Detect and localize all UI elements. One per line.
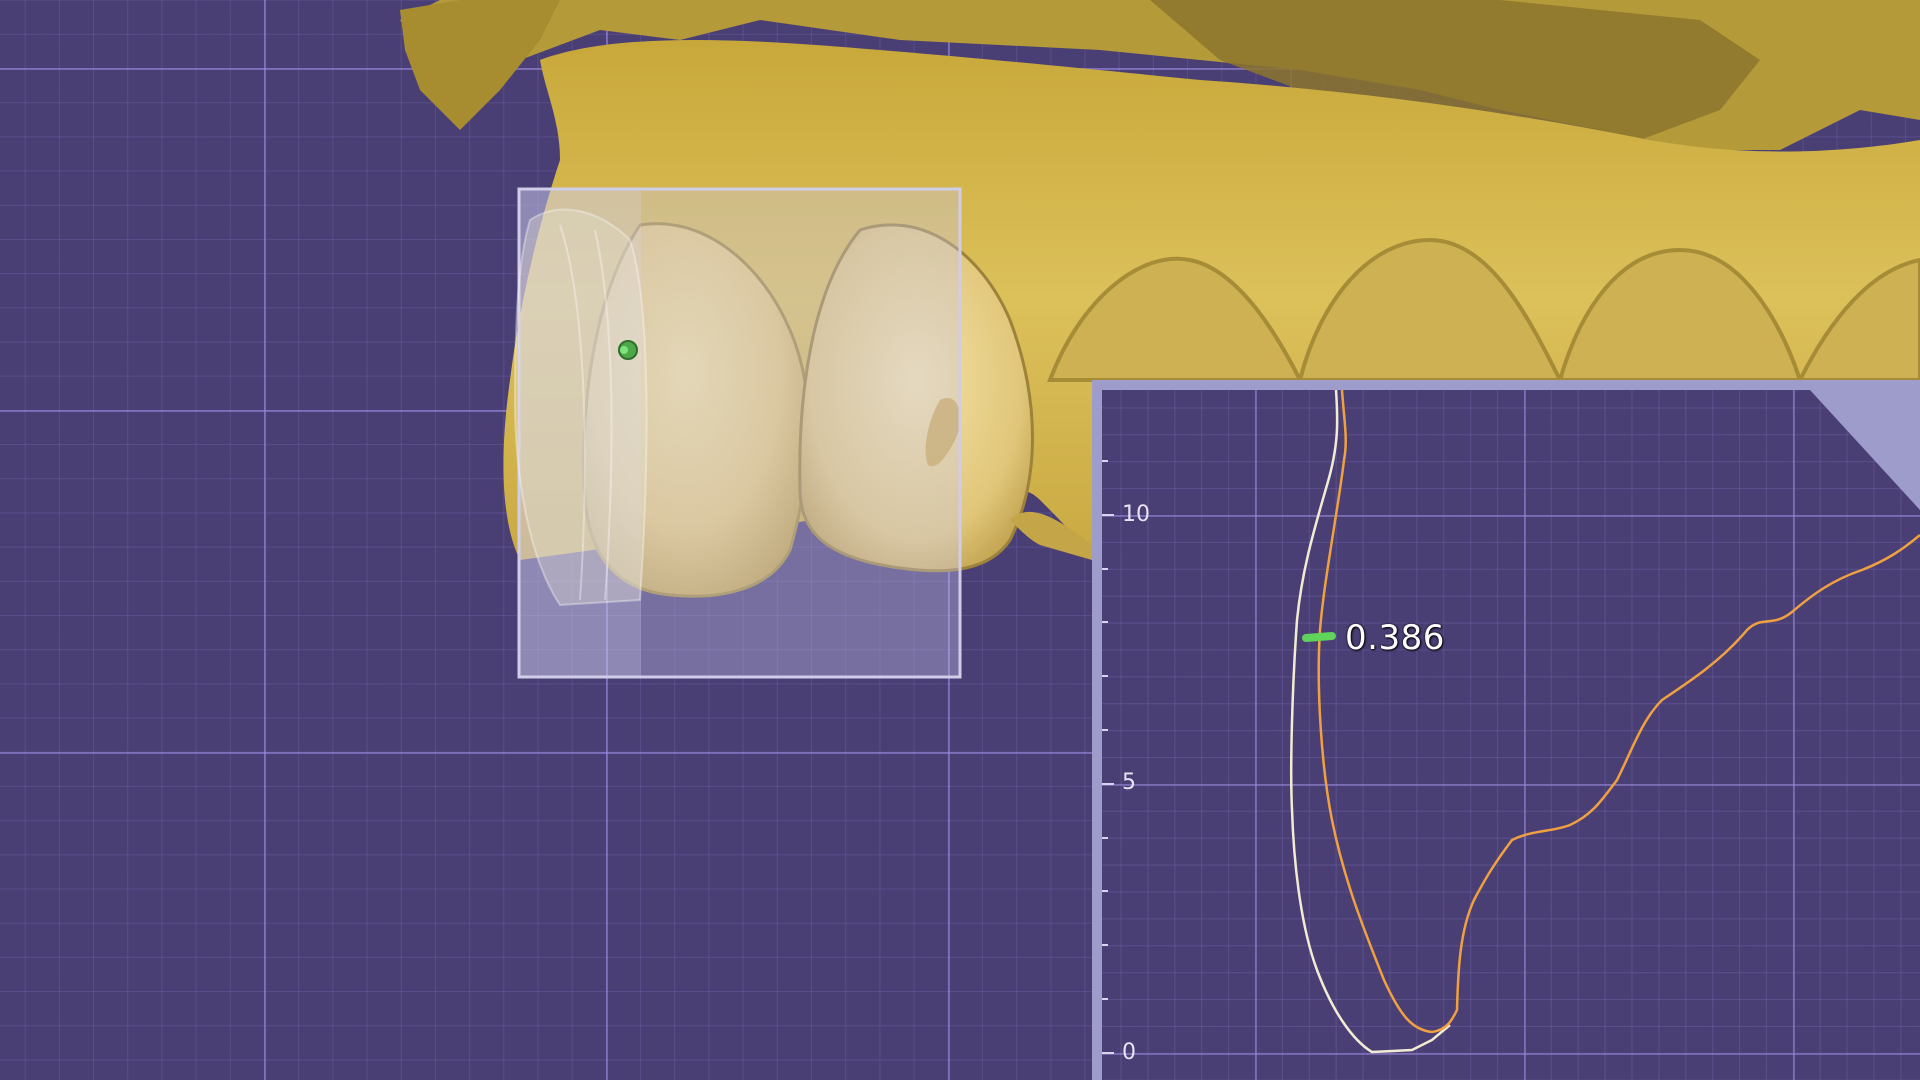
outer-profile-curve [1317, 390, 1920, 1034]
measurement-value: 0.386 [1345, 618, 1445, 658]
profile-plot [1102, 390, 1920, 1054]
ghost-tooth-layers [513, 208, 648, 607]
y-axis-ticks [1102, 460, 1114, 1054]
inner-profile-curve [1289, 390, 1451, 1054]
scan-tissue-left [400, 0, 560, 130]
measure-marker [1302, 632, 1336, 642]
cross-section-panel[interactable]: 10 5 0 0.386 [1092, 380, 1920, 1080]
